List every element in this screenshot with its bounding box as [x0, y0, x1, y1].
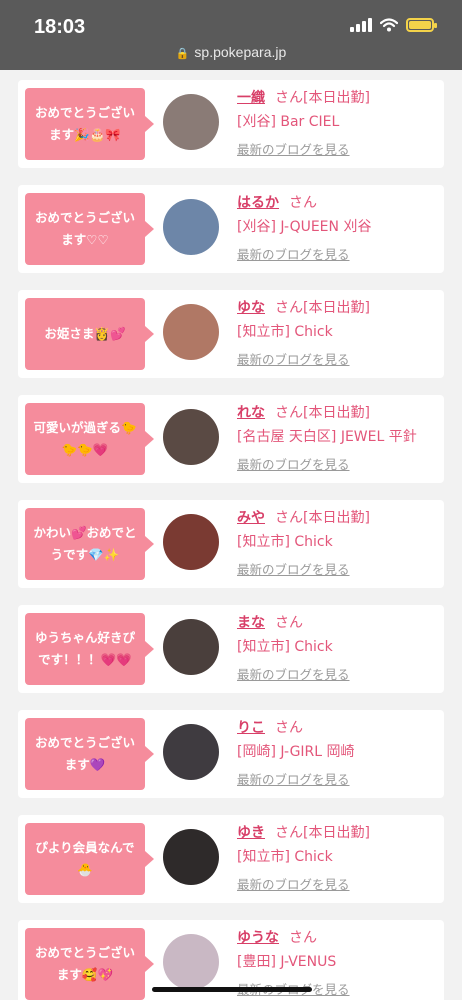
message-card: ゆうちゃん好きぴです！！！💗💗 まな さん [知立市] Chick 最新のブログを…	[18, 605, 444, 693]
blog-link[interactable]: 最新のブログを見る	[237, 352, 437, 368]
avatar[interactable]	[163, 199, 219, 255]
attendance-status: [本日出勤]	[303, 825, 370, 841]
honorific: さん	[275, 405, 303, 421]
cast-name-link[interactable]: りこ	[237, 720, 265, 736]
home-indicator[interactable]	[152, 987, 312, 992]
shop-name: [岡崎] J-GIRL 岡崎	[237, 744, 355, 760]
message-bubble: お姫さま👸💕	[25, 298, 154, 370]
lock-icon: 🔒	[175, 48, 190, 60]
shop-name: [知立市] Chick	[237, 324, 333, 340]
avatar[interactable]	[163, 94, 219, 150]
shop-name: [知立市] Chick	[237, 639, 333, 655]
shop-name: [知立市] Chick	[237, 534, 333, 550]
message-bubble: かわい💕おめでとうです💎✨	[25, 508, 154, 580]
blog-link[interactable]: 最新のブログを見る	[237, 247, 437, 263]
shop-name: [知立市] Chick	[237, 849, 333, 865]
message-card: おめでとうございます💜 りこ さん [岡崎] J-GIRL 岡崎 最新のブログを見…	[18, 710, 444, 798]
message-bubble: おめでとうございます🥰💖	[25, 928, 154, 1000]
wifi-icon	[380, 18, 398, 32]
message-bubble: おめでとうございます🎉🎂🎀	[25, 88, 154, 160]
avatar[interactable]	[163, 934, 219, 990]
url-text: sp.pokepara.jp	[194, 44, 287, 60]
status-bar: 18:03 🔒 sp.pokepara.jp	[0, 0, 462, 70]
honorific: さん	[275, 825, 303, 841]
honorific: さん	[289, 195, 317, 211]
message-card: かわい💕おめでとうです💎✨ みや さん[本日出勤] [知立市] Chick 最新の…	[18, 500, 444, 588]
cast-name-link[interactable]: 一織	[237, 90, 265, 106]
cast-name-link[interactable]: はるか	[237, 195, 279, 211]
blog-link[interactable]: 最新のブログを見る	[237, 877, 437, 893]
avatar[interactable]	[163, 514, 219, 570]
cast-name-link[interactable]: ゆな	[237, 300, 265, 316]
attendance-status: [本日出勤]	[303, 405, 370, 421]
cast-name-link[interactable]: みや	[237, 510, 265, 526]
message-bubble: ぴより会員なんで🐣	[25, 823, 154, 895]
message-card: おめでとうございます♡♡ はるか さん [刈谷] J-QUEEN 刈谷 最新のブロ…	[18, 185, 444, 273]
message-card: お姫さま👸💕 ゆな さん[本日出勤] [知立市] Chick 最新のブログを見る	[18, 290, 444, 378]
honorific: さん	[275, 510, 303, 526]
message-bubble: おめでとうございます💜	[25, 718, 154, 790]
blog-link[interactable]: 最新のブログを見る	[237, 667, 437, 683]
honorific: さん	[289, 930, 317, 946]
avatar[interactable]	[163, 829, 219, 885]
avatar[interactable]	[163, 619, 219, 675]
cast-name-link[interactable]: ゆき	[237, 825, 265, 841]
honorific: さん	[275, 90, 303, 106]
avatar[interactable]	[163, 304, 219, 360]
blog-link[interactable]: 最新のブログを見る	[237, 457, 437, 473]
battery-icon	[406, 18, 437, 32]
cast-name-link[interactable]: ゆうな	[237, 930, 279, 946]
attendance-status: [本日出勤]	[303, 300, 370, 316]
shop-name: [豊田] J-VENUS	[237, 954, 337, 970]
message-bubble: 可愛いが過ぎる🐤🐤🐤💗	[25, 403, 154, 475]
clock: 18:03	[34, 16, 86, 38]
message-card: 可愛いが過ぎる🐤🐤🐤💗 れな さん[本日出勤] [名古屋 天白区] JEWEL 平…	[18, 395, 444, 483]
shop-name: [名古屋 天白区] JEWEL 平針	[237, 429, 417, 445]
url-bar[interactable]: 🔒 sp.pokepara.jp	[0, 44, 462, 60]
shop-name: [刈谷] J-QUEEN 刈谷	[237, 219, 372, 235]
blog-link[interactable]: 最新のブログを見る	[237, 562, 437, 578]
blog-link[interactable]: 最新のブログを見る	[237, 142, 437, 158]
cast-name-link[interactable]: れな	[237, 405, 265, 421]
cellular-signal-icon	[350, 18, 372, 32]
blog-link[interactable]: 最新のブログを見る	[237, 772, 437, 788]
message-card: ぴより会員なんで🐣 ゆき さん[本日出勤] [知立市] Chick 最新のブログを…	[18, 815, 444, 903]
avatar[interactable]	[163, 409, 219, 465]
cast-name-link[interactable]: まな	[237, 615, 265, 631]
honorific: さん	[275, 615, 303, 631]
honorific: さん	[275, 720, 303, 736]
attendance-status: [本日出勤]	[303, 90, 370, 106]
system-icons	[350, 18, 437, 32]
avatar[interactable]	[163, 724, 219, 780]
attendance-status: [本日出勤]	[303, 510, 370, 526]
message-bubble: ゆうちゃん好きぴです！！！💗💗	[25, 613, 154, 685]
message-bubble: おめでとうございます♡♡	[25, 193, 154, 265]
honorific: さん	[275, 300, 303, 316]
shop-name: [刈谷] Bar CIEL	[237, 114, 340, 130]
message-card: おめでとうございます🎉🎂🎀 一織 さん[本日出勤] [刈谷] Bar CIEL 最…	[18, 80, 444, 168]
